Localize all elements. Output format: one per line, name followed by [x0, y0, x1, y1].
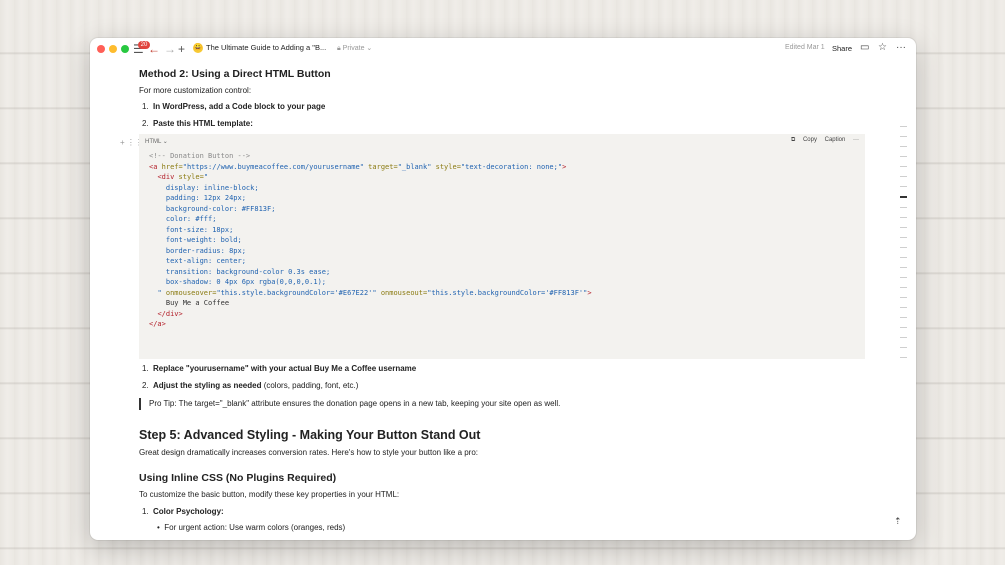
code-more-icon[interactable]: ··· — [853, 137, 859, 143]
chevron-down-icon: ⌄ — [364, 45, 373, 52]
inline-css-heading: Using Inline CSS (No Plugins Required) — [139, 472, 337, 484]
inline-css-intro: To customize the basic button, modify th… — [139, 490, 400, 499]
edited-timestamp: Edited Mar 1 — [785, 44, 825, 51]
list-number: 1. — [142, 507, 149, 516]
comment-icon[interactable]: ▭ — [860, 42, 869, 54]
caption-button[interactable]: Caption — [825, 137, 846, 143]
page-emoji-icon: 😀 — [193, 43, 203, 53]
forward-arrow-icon[interactable]: → — [164, 42, 176, 56]
code-block[interactable]: HTML ⌄ ⧉ Copy Caption ··· <!-- Donation … — [139, 134, 865, 359]
new-page-icon[interactable]: + — [178, 42, 185, 56]
list-item: Adjust the styling as needed (colors, pa… — [153, 381, 358, 390]
chevron-down-icon: ⌄ — [161, 139, 168, 145]
copy-label: Copy — [802, 137, 817, 143]
star-icon[interactable]: ☆ — [878, 42, 887, 54]
back-arrow-icon[interactable]: ← — [148, 42, 160, 56]
add-block-icon[interactable]: + — [120, 138, 125, 147]
list-number: 2. — [142, 381, 149, 390]
list-item: Replace "yourusername" with your actual … — [153, 364, 417, 373]
code-language-label: HTML — [145, 139, 162, 145]
copy-icon: ⧉ — [791, 137, 797, 143]
copy-button[interactable]: ⧉ Copy — [785, 137, 817, 143]
scroll-to-top-icon[interactable]: ⇡ — [894, 516, 902, 527]
bullet-item: • For urgent action: Use warm colors (or… — [157, 523, 345, 532]
step5-intro: Great design dramatically increases conv… — [139, 448, 479, 457]
pro-tip-quote: Pro Tip: The target="_blank" attribute e… — [139, 398, 560, 410]
list-number: 2. — [142, 119, 149, 128]
app-window: ☰ 20 ← → + 😀 The Ultimate Guide to Addin… — [90, 38, 916, 540]
minimize-window-button[interactable] — [109, 45, 117, 53]
intro-text: For more customization control: — [139, 86, 252, 95]
zoom-window-button[interactable] — [121, 45, 129, 53]
close-window-button[interactable] — [97, 45, 105, 53]
list-item: In WordPress, add a Code block to your p… — [153, 102, 326, 111]
code-toolbar: ⧉ Copy Caption ··· — [779, 137, 859, 144]
step5-heading: Step 5: Advanced Styling - Making Your B… — [139, 428, 481, 442]
bullet-text: For urgent action: Use warm colors (oran… — [164, 523, 346, 532]
titlebar: ☰ 20 ← → + 😀 The Ultimate Guide to Addin… — [90, 38, 916, 60]
more-options-icon[interactable]: ··· — [896, 42, 906, 54]
list-number: 1. — [142, 364, 149, 373]
method2-heading: Method 2: Using a Direct HTML Button — [139, 68, 331, 80]
privacy-dropdown[interactable]: 🔒︎ Private ⌄ — [337, 44, 372, 53]
code-content[interactable]: <!-- Donation Button --> <a href="https:… — [149, 151, 592, 330]
outline-minimap[interactable] — [900, 126, 908, 367]
code-language-select[interactable]: HTML ⌄ — [145, 138, 168, 145]
list-item: Color Psychology: — [153, 507, 224, 516]
share-button[interactable]: Share — [832, 44, 852, 53]
privacy-label: Private — [342, 45, 365, 52]
list-number: 1. — [142, 102, 149, 111]
list-item-rest: (colors, padding, font, etc.) — [261, 381, 359, 390]
list-item: Paste this HTML template: — [153, 119, 253, 128]
page-title[interactable]: The Ultimate Guide to Adding a "B... — [206, 43, 326, 52]
list-item-bold: Adjust the styling as needed — [153, 381, 262, 390]
